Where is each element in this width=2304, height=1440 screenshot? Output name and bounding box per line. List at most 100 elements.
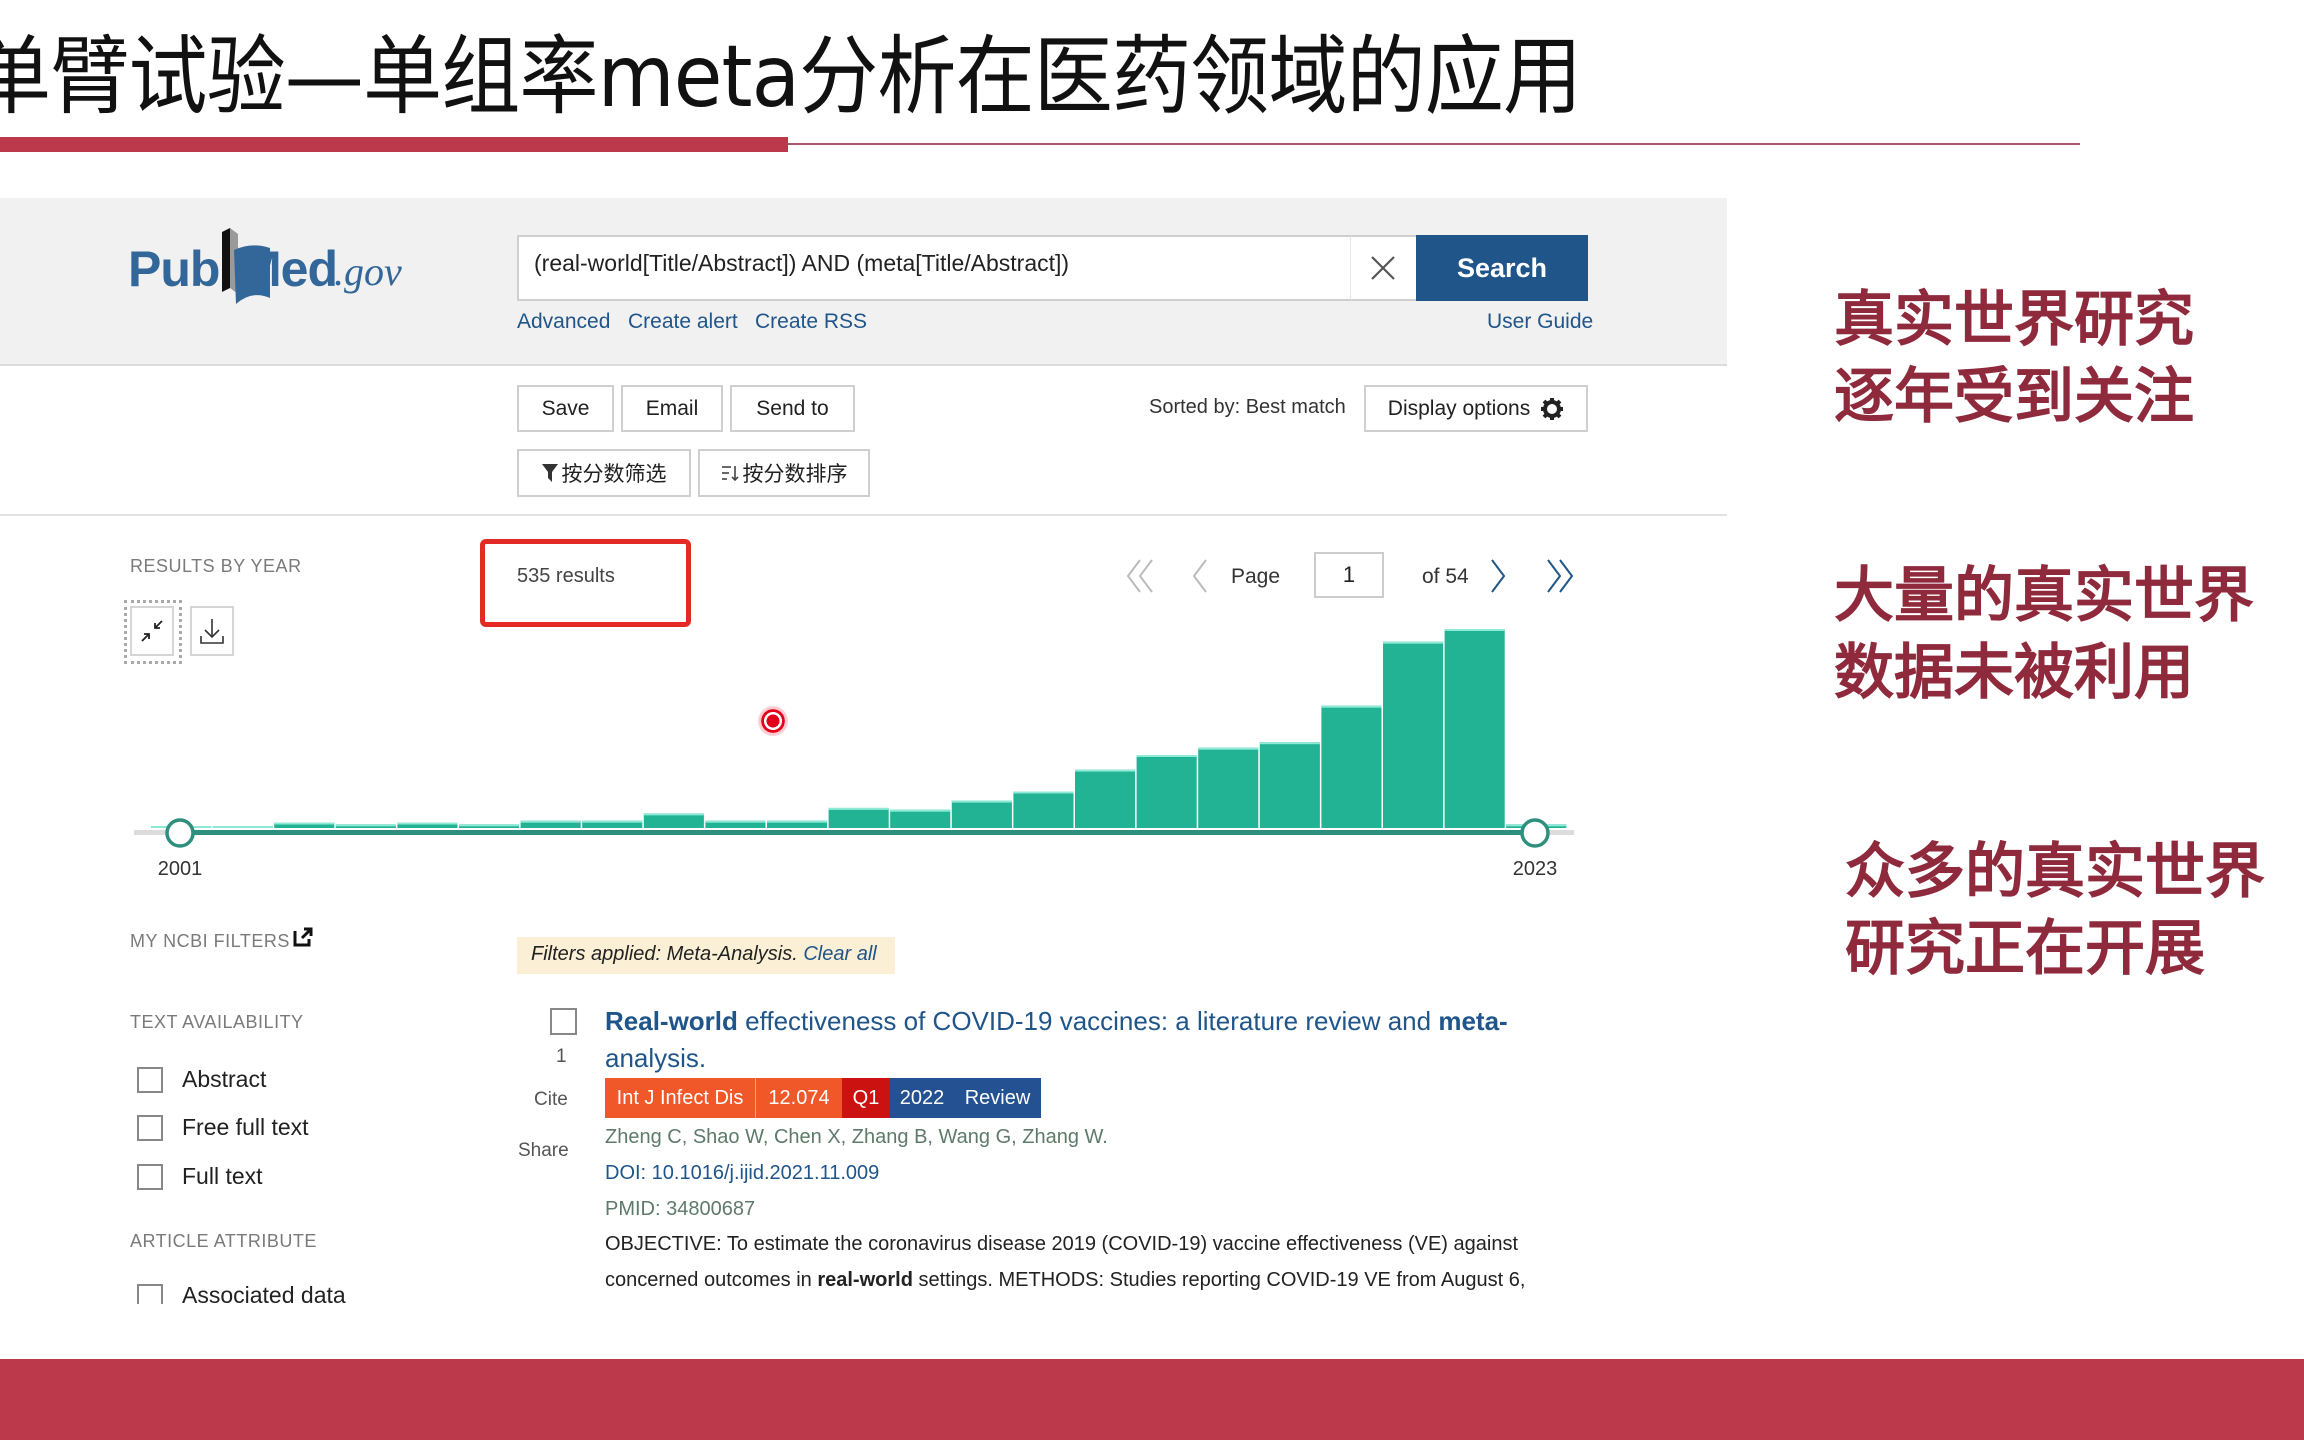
results-by-year-chart[interactable]: 2001 2023 — [120, 600, 1590, 890]
free-full-text-checkbox[interactable] — [137, 1115, 163, 1141]
bar-2016[interactable] — [1075, 769, 1136, 828]
bar-2021[interactable] — [1383, 641, 1444, 828]
bar-top-edge-2019 — [1259, 742, 1320, 745]
note-2: 大量的真实世界 数据未被利用 — [1834, 558, 2254, 712]
year-badge: 2022 — [890, 1078, 954, 1118]
display-options-button[interactable]: Display options — [1364, 385, 1588, 432]
bar-2022[interactable] — [1444, 629, 1505, 828]
associated-data-label[interactable]: Associated data — [182, 1282, 346, 1304]
abstract-filter-label[interactable]: Abstract — [182, 1066, 266, 1093]
sort-by-score-button[interactable]: 按分数排序 — [698, 449, 870, 497]
slide-title: 单臂试验—单组率meta分析在医药领域的应用 — [0, 27, 1582, 127]
clear-all-filters-link[interactable]: Clear all — [803, 943, 876, 965]
cursor-indicator — [758, 706, 788, 736]
result-select-checkbox[interactable] — [550, 1008, 577, 1035]
cite-button[interactable]: Cite — [534, 1089, 568, 1111]
result-abstract-line1: OBJECTIVE: To estimate the coronavirus d… — [605, 1233, 1519, 1255]
first-page-button[interactable] — [1124, 556, 1158, 601]
external-link-button[interactable] — [293, 927, 313, 952]
logo-gov: .gov — [334, 249, 402, 294]
double-chevron-right-icon — [1547, 559, 1574, 593]
logo-pub: Pub — [128, 241, 220, 297]
abstract-line2-post: settings. METHODS: Studies reporting COV… — [912, 1269, 1526, 1291]
bar-top-edge-2018 — [1198, 747, 1259, 750]
pubmed-logo[interactable]: Pub Med .gov — [128, 226, 408, 306]
save-button[interactable]: Save — [517, 385, 614, 432]
page-number-input[interactable]: 1 — [1314, 552, 1384, 598]
bar-2015[interactable] — [1013, 791, 1074, 829]
journal-badges: Int J Infect Dis 12.074 Q1 2022 Review — [605, 1078, 1041, 1118]
filter-by-score-button[interactable]: 按分数筛选 — [517, 449, 691, 497]
sorted-by-label[interactable]: Sorted by: Best match — [1149, 396, 1346, 419]
abstract-checkbox[interactable] — [137, 1067, 163, 1093]
logo-med: Med — [240, 241, 338, 297]
user-guide-link[interactable]: User Guide — [1487, 310, 1593, 334]
search-button[interactable]: Search — [1416, 235, 1588, 301]
bar-top-edge-2004 — [335, 824, 396, 827]
bar-2017[interactable] — [1136, 755, 1197, 828]
sort-icon — [721, 466, 739, 482]
gear-icon — [1541, 397, 1564, 420]
bar-top-edge-2020 — [1321, 705, 1382, 708]
bar-2014[interactable] — [951, 800, 1012, 828]
range-start-handle[interactable] — [165, 818, 195, 848]
bar-2019[interactable] — [1259, 742, 1320, 828]
search-query-text[interactable]: (real-world[Title/Abstract]) AND (meta[T… — [534, 250, 1069, 277]
external-link-icon — [293, 927, 313, 947]
associated-data-checkbox[interactable] — [137, 1284, 163, 1304]
bar-top-edge-2007 — [520, 820, 581, 823]
footer-accent-bar — [0, 1359, 2304, 1440]
associated-data-filter[interactable]: Associated data — [130, 1280, 430, 1304]
note-3: 众多的真实世界 研究正在开展 — [1845, 834, 2265, 988]
bar-top-edge-2022 — [1444, 629, 1505, 631]
results-by-year-heading: RESULTS BY YEAR — [130, 556, 302, 576]
filter-by-score-label: 按分数筛选 — [561, 463, 667, 486]
last-page-button[interactable] — [1542, 556, 1576, 601]
slider-selected-range — [180, 830, 1532, 835]
bar-2013[interactable] — [890, 809, 951, 828]
advanced-link[interactable]: Advanced — [517, 310, 610, 334]
clear-search-button[interactable] — [1350, 236, 1414, 300]
note-1-line1: 真实世界研究 — [1834, 285, 2194, 355]
result-title-link[interactable]: Real-world effectiveness of COVID-19 vac… — [605, 1006, 1508, 1037]
create-alert-link[interactable]: Create alert — [628, 310, 738, 334]
note-3-line2: 研究正在开展 — [1845, 914, 2205, 984]
full-text-checkbox[interactable] — [137, 1164, 163, 1190]
chevron-left-icon — [1192, 559, 1207, 593]
abstract-line2-pre: concerned outcomes in — [605, 1269, 818, 1291]
email-button[interactable]: Email — [621, 385, 723, 432]
range-end-label: 2023 — [1513, 858, 1558, 880]
bar-top-edge-2013 — [890, 809, 951, 812]
type-badge: Review — [954, 1078, 1041, 1118]
bar-top-edge-2015 — [1013, 791, 1074, 794]
create-rss-link[interactable]: Create RSS — [755, 310, 867, 334]
filters-applied-banner: Filters applied: Meta-Analysis. Clear al… — [517, 937, 895, 974]
note-1: 真实世界研究 逐年受到关注 — [1834, 282, 2194, 436]
free-full-text-filter-label[interactable]: Free full text — [182, 1114, 309, 1141]
bar-top-edge-2009 — [643, 813, 704, 816]
previous-page-button[interactable] — [1188, 556, 1210, 601]
bar-top-edge-2005 — [397, 822, 458, 825]
note-2-line1: 大量的真实世界 — [1834, 561, 2254, 631]
my-ncbi-filters-heading[interactable]: MY NCBI FILTERS — [130, 931, 290, 952]
note-2-line2: 数据未被利用 — [1834, 638, 2194, 708]
bar-2020[interactable] — [1321, 705, 1382, 828]
title-divider-line — [788, 143, 2080, 145]
display-options-label: Display options — [1387, 396, 1531, 420]
text-availability-heading: TEXT AVAILABILITY — [130, 1012, 304, 1032]
result-doi-link[interactable]: DOI: 10.1016/j.ijid.2021.11.009 — [605, 1162, 879, 1185]
next-page-button[interactable] — [1488, 556, 1510, 601]
send-to-button[interactable]: Send to — [730, 385, 855, 432]
page-total: of 54 — [1422, 565, 1469, 588]
bar-top-edge-2008 — [582, 820, 643, 823]
range-end-handle[interactable] — [1520, 818, 1550, 848]
full-text-filter-label[interactable]: Full text — [182, 1163, 263, 1190]
bar-2018[interactable] — [1198, 747, 1259, 828]
bar-2012[interactable] — [828, 807, 889, 828]
filter-icon — [541, 464, 558, 482]
bar-2009[interactable] — [643, 813, 704, 828]
close-icon — [1370, 256, 1395, 280]
chevron-right-icon — [1491, 559, 1506, 593]
result-title-line2[interactable]: analysis. — [605, 1043, 706, 1074]
share-button[interactable]: Share — [518, 1140, 569, 1162]
